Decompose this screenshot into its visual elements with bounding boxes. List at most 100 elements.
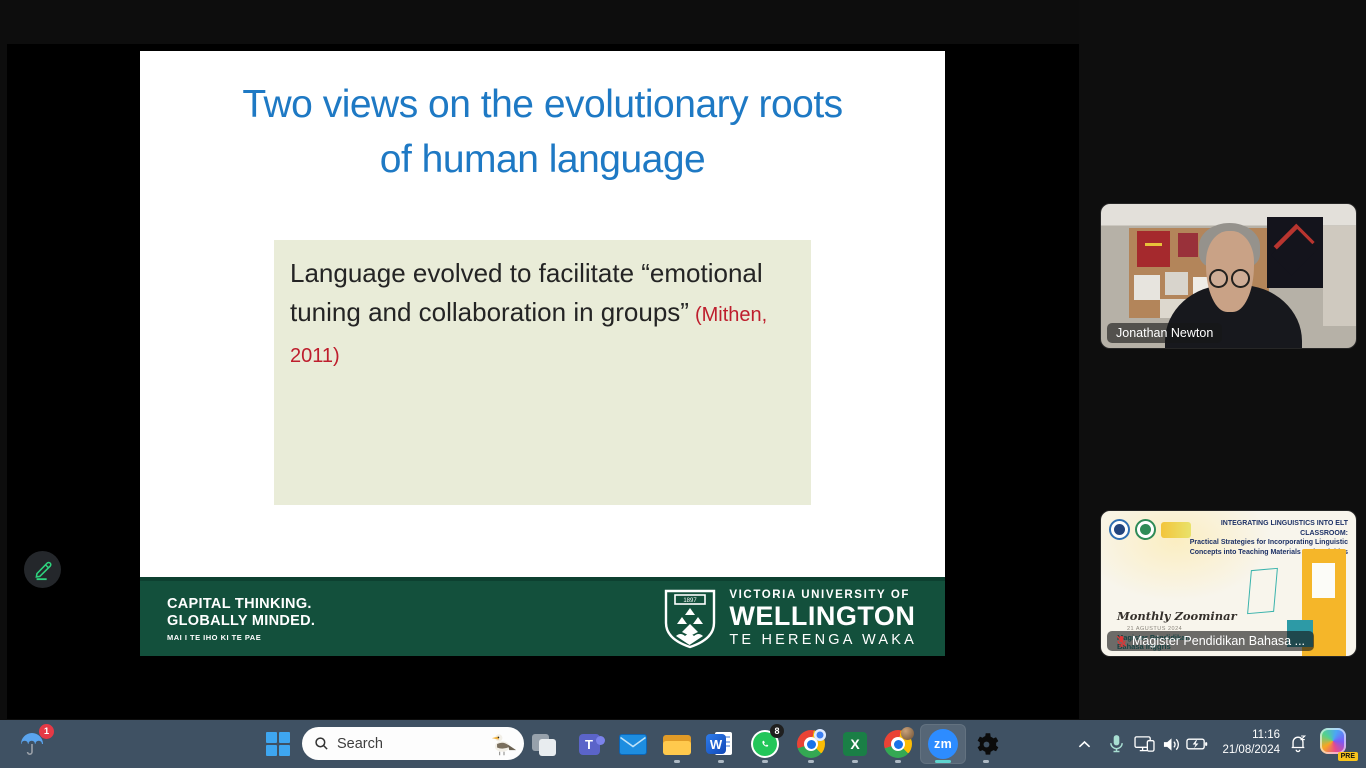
wall-poster-red [1137,231,1170,267]
clock-time: 11:16 [1206,728,1280,743]
ministry-logo [1109,519,1130,540]
chrome-button[interactable] [791,724,831,764]
copilot-button[interactable]: PRE [1320,728,1354,760]
tray-volume-button[interactable] [1159,730,1183,758]
tagline-line2: GLOBALLY MINDED. [167,613,315,630]
quote-text: Language evolved to facilitate “emotiona… [290,258,763,327]
running-indicator [762,760,768,763]
file-explorer-icon-front [663,741,691,755]
campus-logo [1135,519,1156,540]
muted-mic-icon [1116,635,1127,648]
participant-video-magister[interactable]: INTEGRATING LINGUISTICS INTO ELT CLASSRO… [1100,510,1357,657]
slide-title-line2: of human language [140,132,945,187]
excel-icon: X [843,732,867,756]
weather-widget[interactable]: 1 [10,724,54,764]
teams-icon: T [579,734,600,755]
pencil-icon [32,559,54,581]
tray-cast-button[interactable] [1132,730,1156,758]
webinar-heading-line2: Practical Strategies for Incorporating L… [1180,538,1348,548]
notification-bell-icon [1289,733,1307,753]
university-logo-group: 1897 VICTORIA UNIVERSITY OF WELLINGTON T… [663,588,917,650]
wall-poster-dark [1267,217,1323,288]
tray-microphone-button[interactable] [1104,730,1128,758]
active-indicator [935,760,951,763]
university-line2: WELLINGTON [729,602,917,631]
slide-title-line1: Two views on the evolutionary roots [140,77,945,132]
clock-date: 21/08/2024 [1206,743,1280,758]
participant-name: Magister Pendidikan Bahasa ... [1132,634,1305,648]
wall-poster-small [1178,233,1198,257]
file-explorer-button[interactable] [657,724,697,764]
mail-icon [619,734,647,755]
university-tagline: CAPITAL THINKING. GLOBALLY MINDED. MAI I… [167,596,315,642]
slide-footer-banner: CAPITAL THINKING. GLOBALLY MINDED. MAI I… [140,577,945,656]
university-wordmark: VICTORIA UNIVERSITY OF WELLINGTON TE HER… [729,588,917,649]
participant-name-label: Jonathan Newton [1107,323,1222,343]
whatsapp-badge: 8 [770,724,784,738]
battery-charging-icon [1186,737,1208,751]
search-icon [314,736,329,751]
chrome-icon [884,730,912,758]
chrome-gear-overlay-icon [814,729,826,741]
chrome-icon [797,730,825,758]
participant-name-label: Magister Pendidikan Bahasa ... [1107,631,1314,651]
participants-panel: Jonathan Newton INTEGRATING LINGUISTICS … [1079,0,1366,720]
running-indicator [983,760,989,763]
start-button[interactable] [258,724,298,764]
annotate-button[interactable] [24,551,61,588]
taskbar-clock[interactable]: 11:16 21/08/2024 [1206,728,1280,758]
windows-taskbar: 1 T [0,720,1366,768]
widget-notification-badge: 1 [39,724,54,739]
teams-app-button[interactable]: T [569,724,609,764]
participant-video-jonathan-newton[interactable]: Jonathan Newton [1100,203,1357,349]
copilot-icon [1320,728,1346,754]
quote-text-box: Language evolved to facilitate “emotiona… [274,240,811,505]
copilot-pre-badge: PRE [1338,752,1358,761]
wall-paper [1134,275,1160,301]
shared-screen-area: Two views on the evolutionary roots of h… [7,44,1079,719]
profile-avatar-overlay [901,727,914,740]
room-door [1323,226,1356,327]
tray-overflow-button[interactable] [1072,730,1096,758]
word-app-button[interactable]: W [701,724,741,764]
participant-name: Jonathan Newton [1116,326,1213,340]
presentation-slide: Two views on the evolutionary roots of h… [140,51,945,656]
poster-frame-graphic [1247,568,1278,614]
university-line3: TE HERENGA WAKA [729,631,917,649]
word-icon: W [706,734,726,754]
slide-title: Two views on the evolutionary roots of h… [140,77,945,187]
shield-year: 1897 [684,598,698,604]
whatsapp-button[interactable]: 8 [745,724,785,764]
notification-bell-button[interactable] [1286,729,1310,757]
running-indicator [852,760,858,763]
university-shield-icon: 1897 [663,588,717,650]
chrome-profile-button[interactable] [878,724,918,764]
university-line1: VICTORIA UNIVERSITY OF [729,588,917,602]
zoom-meeting-window: Two views on the evolutionary roots of h… [0,0,1366,768]
settings-button[interactable] [966,724,1006,764]
microphone-icon [1109,734,1124,754]
excel-app-button[interactable]: X [835,724,875,764]
wall-paper [1165,272,1188,295]
event-title: Monthly Zoominar [1117,609,1237,623]
running-indicator [718,760,724,763]
running-indicator [808,760,814,763]
tagline-line1: CAPITAL THINKING. [167,596,315,613]
webinar-heading-line1: INTEGRATING LINGUISTICS INTO ELT CLASSRO… [1180,519,1348,538]
zoom-icon: zm [928,729,958,759]
mail-app-button[interactable] [613,724,653,764]
running-indicator [895,760,901,763]
search-highlight-bird-image [490,731,518,757]
taskbar-search[interactable] [302,727,524,760]
glasses [1209,269,1250,288]
gear-icon [973,731,1000,758]
windows-logo-icon [266,732,290,756]
zoom-app-button[interactable]: zm [920,724,966,764]
search-input[interactable] [337,736,457,752]
poster-logos [1109,519,1191,540]
speaker-icon [1162,736,1181,753]
task-view-button[interactable] [525,724,565,764]
tagline-line3: MAI I TE IHO KI TE PAE [167,633,315,642]
task-view-icon-front [539,739,556,756]
running-indicator [674,760,680,763]
